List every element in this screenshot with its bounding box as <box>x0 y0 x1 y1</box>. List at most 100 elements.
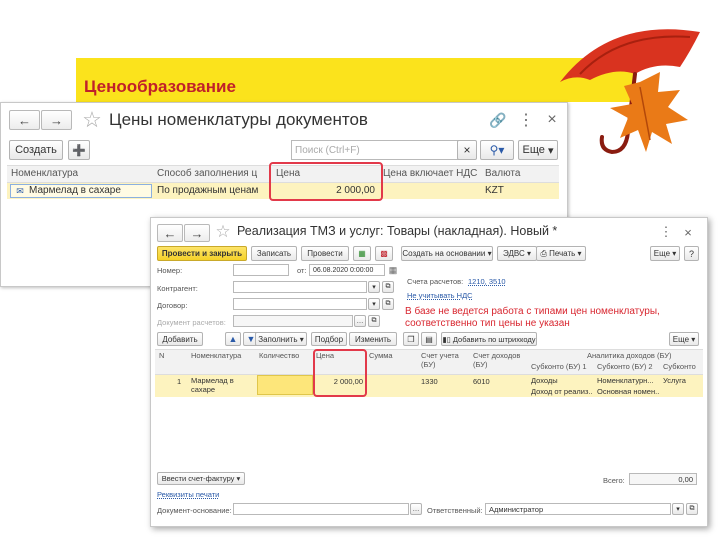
more-menu-icon[interactable]: ⋮ <box>657 223 675 241</box>
more-button[interactable]: Еще ▾ <box>518 140 558 160</box>
close-icon[interactable]: × <box>679 223 697 241</box>
add-doc-icon: ➕ <box>72 144 86 157</box>
cell-item: Мармелад в сахаре <box>29 185 121 196</box>
more-button[interactable]: Еще ▾ <box>650 246 680 261</box>
column-header-sub3[interactable]: Субконто <box>663 362 699 371</box>
column-header-vat[interactable]: Цена включает НДС <box>383 168 479 179</box>
open-icon: ⧉ <box>385 300 391 307</box>
add-row-button[interactable]: Добавить <box>157 332 203 346</box>
column-header-account[interactable]: Счет учета (БУ) <box>421 351 467 369</box>
accounts-label: Счета расчетов: <box>407 277 464 286</box>
calendar-icon[interactable]: ▦ <box>387 264 399 276</box>
column-header-sub1[interactable]: Субконто (БУ) 1 <box>531 362 591 371</box>
move-up-button[interactable]: ▲ <box>225 332 241 346</box>
close-icon[interactable]: × <box>541 109 563 131</box>
accounts-link[interactable]: 1210, 3510 <box>468 277 506 286</box>
create-based-on-button[interactable]: Создать на основании ▾ <box>401 246 493 261</box>
search-clear-button[interactable]: × <box>457 140 477 160</box>
column-header-qty[interactable]: Количество <box>259 351 315 360</box>
star-icon[interactable]: ☆ <box>79 107 105 133</box>
report-button[interactable]: ▩ <box>375 246 393 261</box>
base-doc-select[interactable]: … <box>410 503 422 515</box>
help-icon: ? <box>688 248 694 259</box>
back-button[interactable]: ← <box>157 224 183 242</box>
enter-invoice-button[interactable]: Ввести счет-фактуру ▾ <box>157 472 245 485</box>
selection-button[interactable]: Подбор <box>311 332 347 346</box>
search-button[interactable]: ⚲▾ <box>480 140 514 160</box>
responsible-field[interactable]: Администратор <box>485 503 671 515</box>
add-by-barcode-button[interactable]: ▮▯ Добавить по штрихкоду <box>441 332 537 346</box>
cell-n: 1 <box>177 377 182 386</box>
price-highlight <box>313 349 367 397</box>
journal-button[interactable]: ▦ <box>353 246 371 261</box>
contract-dropdown[interactable]: ▾ <box>368 298 380 310</box>
post-button[interactable]: Провести <box>301 246 349 261</box>
help-button[interactable]: ? <box>684 246 699 261</box>
arrow-left-icon: ← <box>18 112 31 128</box>
back-button[interactable]: ← <box>9 110 40 130</box>
esf-button[interactable]: ЭДВС ▾ <box>497 246 537 261</box>
cell-account: 1330 <box>421 377 438 386</box>
price-highlight <box>269 162 383 201</box>
print-button[interactable]: ⎙ Печать ▾ <box>536 246 586 261</box>
arrow-up-icon: ▲ <box>228 334 238 344</box>
column-header-method[interactable]: Способ заполнения ц <box>157 168 265 179</box>
table-more-button[interactable]: Еще ▾ <box>669 332 699 346</box>
clear-icon: × <box>463 143 471 157</box>
contract-field[interactable] <box>233 298 367 310</box>
fill-button[interactable]: Заполнить ▾ <box>255 332 307 346</box>
arrow-left-icon: ← <box>163 225 177 241</box>
settlement-doc-open[interactable]: ⧉ <box>368 315 380 327</box>
column-header-item[interactable]: Номенклатура <box>191 351 253 360</box>
counterparty-open[interactable]: ⧉ <box>382 281 394 293</box>
cell-sub2-b: Основная номен... <box>597 387 659 396</box>
counterparty-field[interactable] <box>233 281 367 293</box>
column-header-n[interactable]: N <box>159 351 164 360</box>
printer-icon: ⎙ <box>540 248 547 258</box>
vat-link[interactable]: Не учитывать НДС <box>407 291 473 300</box>
number-field[interactable] <box>233 264 289 276</box>
item-icon: ✉ <box>16 185 24 196</box>
paste-button[interactable]: ▤ <box>421 332 437 346</box>
contract-label: Договор: <box>157 301 188 310</box>
arrow-right-icon: → <box>190 225 204 241</box>
column-header-sum[interactable]: Сумма <box>369 351 417 360</box>
responsible-dropdown[interactable]: ▾ <box>672 503 684 515</box>
copy-row-button[interactable]: ❐ <box>403 332 419 346</box>
column-header-analytics[interactable]: Аналитика доходов (БУ) <box>587 351 697 360</box>
arrow-right-icon: → <box>50 112 63 128</box>
contract-open[interactable]: ⧉ <box>382 298 394 310</box>
window-title: Цены номенклатуры документов <box>109 110 368 129</box>
open-icon: ⧉ <box>385 283 391 290</box>
link-icon[interactable]: 🔗 <box>487 109 509 131</box>
responsible-open[interactable]: ⧉ <box>686 503 698 515</box>
open-icon: ⧉ <box>371 317 377 324</box>
print-details-link[interactable]: Реквизиты печати <box>157 490 219 499</box>
base-doc-field[interactable] <box>233 503 409 515</box>
add-copy-button[interactable]: ➕ <box>68 140 90 160</box>
forward-button[interactable]: → <box>184 224 210 242</box>
create-button[interactable]: Создать <box>9 140 63 160</box>
star-icon[interactable]: ☆ <box>213 222 233 242</box>
column-header-currency[interactable]: Валюта <box>485 168 555 179</box>
cell-qty[interactable] <box>257 375 313 395</box>
column-header-item[interactable]: Номенклатура <box>11 168 151 179</box>
cell-currency: KZT <box>485 185 504 196</box>
column-header-income[interactable]: Счет доходов (БУ) <box>473 351 527 369</box>
post-and-close-button[interactable]: Провести и закрыть <box>157 246 247 261</box>
change-button[interactable]: Изменить <box>349 332 397 346</box>
number-label: Номер: <box>157 266 183 275</box>
base-doc-label: Документ-основание: <box>157 506 232 515</box>
counterparty-dropdown[interactable]: ▾ <box>368 281 380 293</box>
date-label: от: <box>297 266 307 275</box>
forward-button[interactable]: → <box>41 110 72 130</box>
more-menu-icon[interactable]: ⋮ <box>515 109 537 131</box>
cell-method: По продажным ценам <box>157 185 259 196</box>
settlement-doc-select[interactable]: … <box>354 315 366 327</box>
date-field[interactable]: 06.08.2020 0:00:00 <box>309 264 385 276</box>
barcode-icon: ▮▯ <box>442 334 451 344</box>
settlement-doc-field[interactable] <box>233 315 353 327</box>
column-header-sub2[interactable]: Субконто (БУ) 2 <box>597 362 659 371</box>
search-input[interactable]: Поиск (Ctrl+F) <box>291 140 459 160</box>
save-button[interactable]: Записать <box>251 246 297 261</box>
